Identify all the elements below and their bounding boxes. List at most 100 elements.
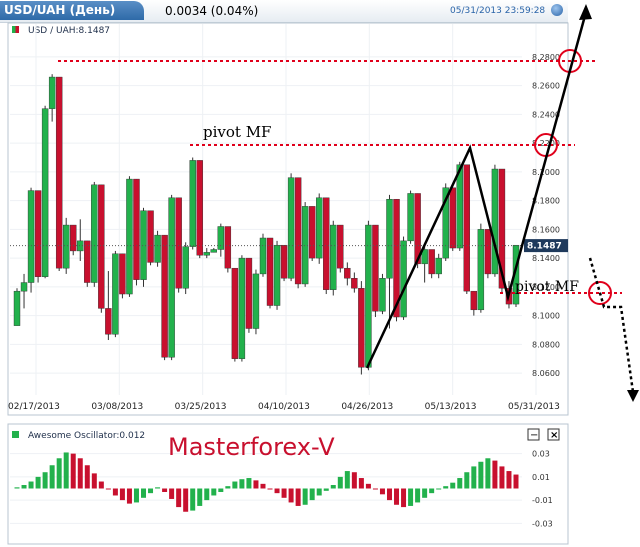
candle-body — [112, 253, 119, 335]
candle-body — [70, 224, 77, 252]
candle-body — [161, 234, 168, 358]
oscillator-bar — [63, 452, 69, 489]
oscillator-bar — [401, 488, 407, 508]
candle-body — [84, 240, 91, 283]
candle-body — [287, 177, 295, 279]
chart-canvas: USD / UAH:8.1487 8.28008.26008.24008.220… — [7, 4, 639, 545]
candle-body — [189, 160, 196, 247]
oscillator-bar — [422, 488, 428, 498]
candle-body — [435, 257, 442, 275]
projection-arrow-head — [627, 390, 639, 402]
candle-body — [386, 198, 393, 279]
y-tick-label: 8.1000 — [532, 312, 560, 321]
candle-body — [323, 197, 330, 290]
oscillator-bar — [316, 488, 322, 496]
oscillator-bar — [77, 458, 83, 489]
y-tick-label: 8.0800 — [532, 340, 560, 349]
oscillator-bar — [232, 481, 238, 489]
candle-body — [463, 164, 471, 292]
x-tick-label: 05/13/2013 — [425, 402, 477, 412]
last-price-label: 8.1487 — [527, 242, 562, 252]
candle-body — [351, 278, 358, 289]
candle-body — [316, 197, 323, 259]
oscillator-bar — [70, 453, 76, 489]
candle-body — [147, 210, 154, 263]
oscillator-bar — [415, 488, 421, 503]
candle-body — [358, 288, 365, 368]
oscillator-bar — [337, 476, 343, 489]
candle-body — [372, 224, 379, 312]
candle-body — [55, 76, 63, 269]
x-tick-label: 02/17/2013 — [8, 402, 60, 412]
oscillator-bar — [155, 487, 161, 489]
oscillator-bar — [351, 472, 357, 489]
projection-path — [588, 257, 635, 393]
minimize-icon: − — [530, 430, 538, 441]
oscillator-bar — [91, 473, 97, 489]
candle-body — [245, 257, 253, 329]
oscillator-bar — [197, 488, 203, 506]
candle-body — [238, 257, 246, 359]
oscillator-bar — [253, 480, 259, 489]
oscillator-bar — [84, 465, 90, 489]
oscillator-bar — [464, 472, 470, 489]
candle-body — [126, 178, 133, 295]
y-tick-label: 8.2000 — [532, 168, 560, 177]
oscillator-bar — [148, 488, 154, 494]
oscillator-bar — [485, 458, 491, 489]
oscillator-bar — [105, 488, 111, 490]
candle-body — [484, 229, 492, 275]
candle-body — [449, 187, 456, 249]
y-tick-label: 8.1600 — [532, 225, 560, 234]
oscillator-bar — [288, 488, 294, 503]
y-tick-label: -0.01 — [532, 496, 553, 505]
candle-body — [119, 253, 126, 295]
oscillator-bar — [169, 488, 175, 499]
oscillator-bar — [267, 488, 273, 490]
oscillator-color-icon — [12, 431, 19, 438]
oscillator-bar — [358, 478, 364, 489]
candle-body — [20, 282, 28, 292]
oscillator-bar — [429, 488, 435, 494]
candle-body — [428, 249, 435, 275]
candle-body — [224, 226, 232, 269]
y-tick-label: 0.01 — [532, 473, 550, 482]
oscillator-bar — [506, 471, 512, 489]
x-tick-label: 04/10/2013 — [258, 402, 310, 412]
x-tick-label: 04/26/2013 — [341, 402, 393, 412]
oscillator-bar — [330, 485, 336, 489]
oscillator-bar — [260, 483, 266, 489]
x-tick-label: 05/31/2013 — [508, 402, 560, 412]
close-icon: × — [550, 430, 558, 441]
oscillator-bar — [379, 488, 385, 495]
oscillator-bar — [372, 488, 378, 490]
candle-body — [294, 177, 302, 285]
oscillator-bar — [42, 472, 48, 489]
candle-body — [182, 246, 189, 289]
oscillator-bar — [225, 486, 231, 489]
oscillator-bar — [35, 476, 41, 489]
candle-body — [98, 184, 105, 309]
candle-body — [62, 224, 70, 269]
oscillator-bar — [344, 471, 350, 489]
oscillator-bar — [239, 479, 245, 489]
y-tick-label: 8.2600 — [532, 82, 560, 91]
oscillator-bar — [49, 465, 55, 489]
candle-body — [41, 108, 49, 277]
oscillator-bar — [14, 487, 20, 489]
candle-body — [203, 252, 210, 256]
y-tick-label: 8.1400 — [532, 254, 560, 263]
candle-body — [280, 244, 288, 279]
oscillator-bar — [309, 488, 315, 501]
candle-body — [13, 290, 21, 326]
oscillator-bar — [408, 488, 414, 506]
trend-arrow-head — [579, 4, 592, 20]
oscillator-bar — [141, 488, 147, 498]
candle-body — [400, 240, 407, 318]
y-tick-label: -0.03 — [532, 519, 553, 528]
oscillator-bar — [218, 488, 224, 492]
candle-body — [365, 224, 372, 368]
oscillator-bar — [471, 466, 477, 489]
candle-body — [210, 249, 217, 253]
candle-body — [308, 206, 316, 259]
